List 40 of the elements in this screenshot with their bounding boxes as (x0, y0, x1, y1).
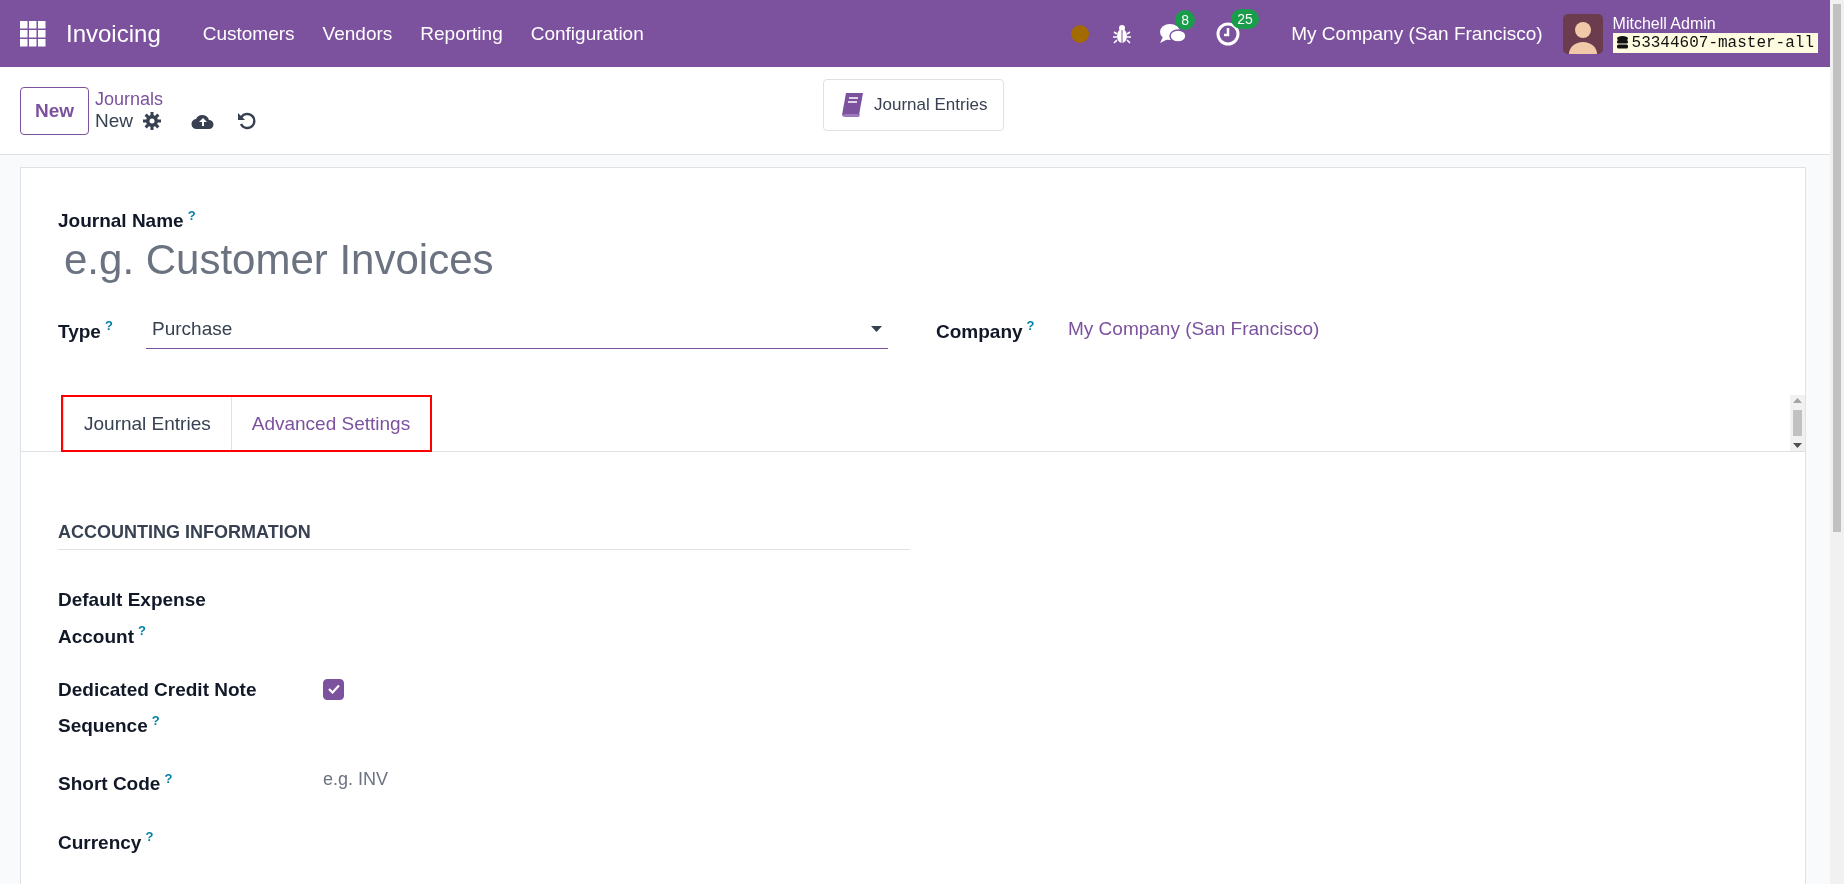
apps-grid-icon[interactable] (20, 20, 46, 47)
undo-icon[interactable] (237, 111, 258, 131)
breadcrumb-link[interactable]: Journals (95, 89, 258, 110)
company-switcher[interactable]: My Company (San Francisco) (1291, 22, 1543, 45)
field-label: Company $^{?}$ (936, 320, 1035, 342)
database-name: 53344607-master-all (1631, 33, 1814, 52)
field-label: Type $^{?}$ (58, 320, 113, 342)
settings-icon[interactable] (143, 112, 162, 130)
bug-icon[interactable] (1113, 23, 1132, 44)
menu-item[interactable]: Configuration (516, 14, 658, 53)
tab-scrollbar[interactable] (1790, 395, 1805, 452)
company-link[interactable]: My Company (San Francisco) (1068, 310, 1320, 341)
checkmark-icon (327, 684, 340, 695)
field-label: Currency $^{?}$ (58, 831, 154, 853)
activity-count-badge: 25 (1231, 8, 1259, 29)
book-icon (840, 92, 864, 118)
field-label: Short Code $^{?}$ (58, 773, 173, 795)
new-button[interactable]: New (20, 86, 90, 135)
status-dot-icon[interactable] (1071, 24, 1090, 43)
user-name[interactable]: Mitchell Admin (1612, 14, 1818, 33)
scroll-down-icon[interactable] (1793, 443, 1802, 449)
field-label: Dedicated Credit Note Sequence $^{?}$ (58, 678, 257, 736)
journal-entries-button[interactable]: Journal Entries (823, 79, 1005, 131)
database-icon (1616, 36, 1628, 49)
page-scrollbar[interactable] (1830, 0, 1844, 884)
section-title: ACCOUNTING INFORMATION (58, 522, 910, 551)
type-select[interactable]: Purchase (146, 310, 888, 350)
caret-icon (871, 326, 882, 333)
menu-item[interactable]: Vendors (308, 14, 407, 53)
tab[interactable]: Journal Entries (63, 397, 232, 451)
message-count-badge: 8 (1175, 9, 1196, 30)
user-avatar[interactable] (1562, 13, 1603, 54)
cloud-upload-icon[interactable] (191, 112, 216, 130)
menu-item[interactable]: Reporting (406, 14, 517, 53)
field-label: Journal Name $^{?}$ (58, 210, 196, 232)
menu-item[interactable]: Customers (188, 14, 309, 53)
checkbox[interactable] (323, 678, 344, 700)
app-name[interactable]: Invoicing (66, 19, 161, 48)
record-name: New (95, 110, 134, 132)
field-label: Default Expense Account $^{?}$ (58, 589, 206, 647)
